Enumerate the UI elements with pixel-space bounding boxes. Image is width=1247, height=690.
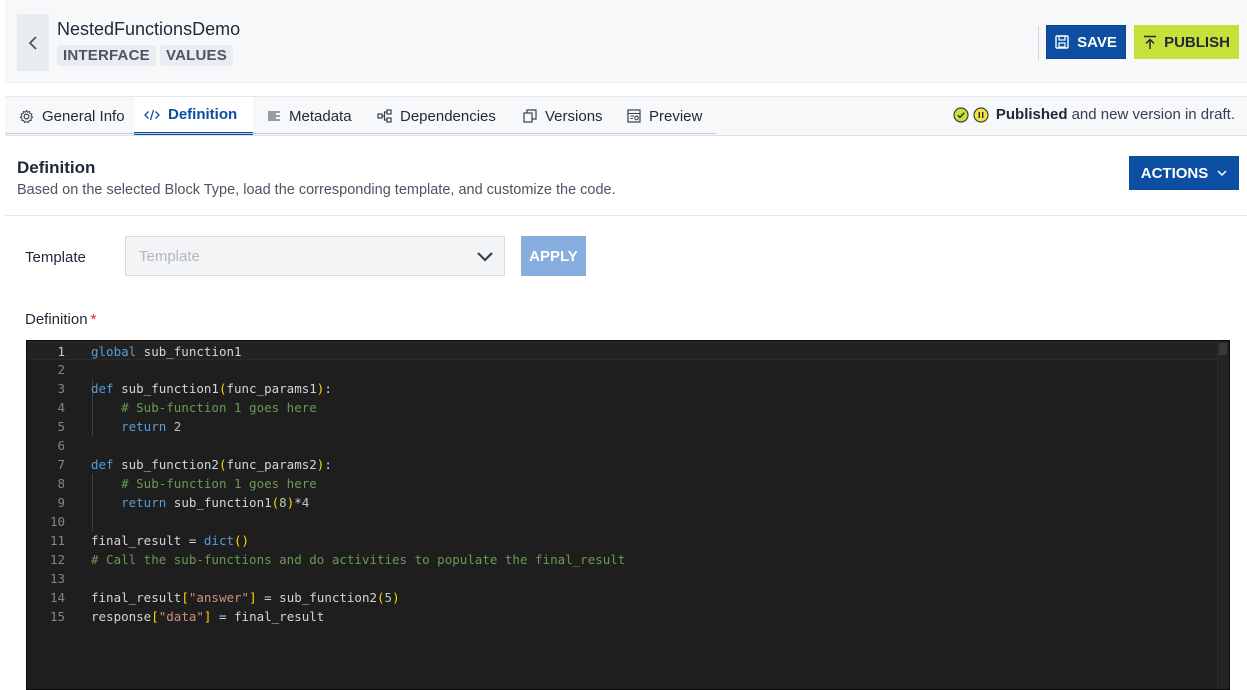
line-number: 11	[49, 533, 65, 548]
code-text: global sub_function1	[91, 344, 242, 359]
definition-label: Definition *	[25, 311, 96, 328]
save-icon	[1055, 35, 1069, 49]
code-line[interactable]: 5 return 2	[27, 417, 1217, 436]
actions-label: ACTIONS	[1140, 164, 1209, 182]
template-placeholder: Template	[139, 248, 200, 265]
line-number: 1	[57, 344, 65, 359]
publish-status: Published and new version in draft.	[953, 106, 1235, 123]
page-title: NestedFunctionsDemo	[57, 19, 241, 39]
section-divider	[5, 215, 1247, 216]
actions-button[interactable]: ACTIONS	[1129, 156, 1239, 190]
tab-label: Versions	[545, 107, 603, 125]
chevron-down-icon	[1217, 169, 1227, 176]
code-text: return sub_function1(8)*4	[121, 495, 310, 510]
code-line[interactable]: 4 # Sub-function 1 goes here	[27, 398, 1217, 417]
code-line[interactable]: 10	[27, 512, 1217, 531]
back-button[interactable]	[17, 14, 49, 71]
code-text: final_result["answer"] = sub_function2(5…	[91, 590, 400, 605]
code-line[interactable]: 8 # Sub-function 1 goes here	[27, 474, 1217, 493]
code-icon	[144, 109, 160, 120]
tab-general-info[interactable]: General Info	[9, 97, 135, 135]
line-number: 4	[57, 400, 65, 415]
line-number: 8	[57, 476, 65, 491]
code-line[interactable]: 1 global sub_function1	[27, 341, 1217, 360]
required-mark: *	[90, 311, 97, 328]
line-number: 10	[49, 514, 65, 529]
template-label: Template	[25, 249, 86, 266]
status-rest: and new version in draft.	[1071, 106, 1235, 123]
code-text: # Sub-function 1 goes here	[121, 476, 317, 491]
code-line[interactable]: 6	[27, 436, 1217, 455]
code-line[interactable]: 3 def sub_function1(func_params1):	[27, 379, 1217, 398]
code-line[interactable]: 11 final_result = dict()	[27, 531, 1217, 550]
template-select[interactable]: Template	[125, 236, 505, 276]
tab-underline	[5, 133, 716, 134]
code-text: final_result = dict()	[91, 533, 250, 548]
line-number: 5	[57, 419, 65, 434]
code-text: return 2	[121, 419, 182, 434]
publish-button[interactable]: PUBLISH	[1134, 25, 1239, 59]
line-number: 6	[57, 438, 65, 453]
line-number: 2	[57, 362, 65, 377]
publish-label: PUBLISH	[1164, 33, 1230, 51]
code-text: # Sub-function 1 goes here	[121, 400, 317, 415]
code-editor[interactable]: 1 global sub_function1 2 3 def sub_function1…	[26, 340, 1230, 690]
line-number: 7	[57, 457, 65, 472]
tab-label: Preview	[649, 107, 703, 125]
definition-label-text: Definition	[25, 311, 88, 328]
copy-icon	[523, 109, 537, 123]
chevron-down-icon	[477, 252, 493, 262]
code-text: response["data"] = final_result	[91, 609, 325, 624]
chevron-left-icon	[28, 35, 37, 50]
editor-scrollbar[interactable]	[1217, 341, 1229, 689]
tab-preview[interactable]: Preview	[617, 97, 712, 135]
code-line[interactable]: 15 response["data"] = final_result	[27, 607, 1217, 626]
page-header: NestedFunctionsDemo INTERFACE VALUES SAV…	[5, 0, 1247, 83]
code-text: def sub_function1(func_params1):	[91, 381, 332, 396]
tab-definition[interactable]: Definition	[134, 97, 253, 135]
line-number: 9	[57, 495, 65, 510]
line-number: 14	[49, 590, 65, 605]
save-button[interactable]: SAVE	[1046, 25, 1126, 59]
definition-section: Definition Based on the selected Block T…	[5, 144, 1247, 690]
tab-versions[interactable]: Versions	[513, 97, 613, 135]
preview-icon	[627, 109, 641, 123]
tab-label: General Info	[42, 107, 125, 125]
section-subtitle: Based on the selected Block Type, load t…	[17, 182, 616, 198]
apply-button[interactable]: APPLY	[521, 236, 586, 276]
tab-label: Metadata	[289, 107, 352, 125]
tab-label: Dependencies	[400, 107, 496, 125]
check-circle-icon	[953, 106, 969, 123]
tab-dependencies[interactable]: Dependencies	[367, 97, 506, 135]
tag-values: VALUES	[160, 45, 233, 66]
header-divider	[1038, 26, 1039, 60]
code-line[interactable]: 7 def sub_function2(func_params2):	[27, 455, 1217, 474]
tag-interface: INTERFACE	[57, 45, 156, 66]
line-number: 13	[49, 571, 65, 586]
upload-icon	[1144, 35, 1157, 49]
code-line[interactable]: 12 # Call the sub-functions and do activi…	[27, 550, 1217, 569]
gear-icon	[19, 108, 34, 123]
tab-label: Definition	[168, 106, 238, 123]
code-text: def sub_function2(func_params2):	[91, 457, 332, 472]
code-line[interactable]: 13	[27, 569, 1217, 588]
code-line[interactable]: 9 return sub_function1(8)*4	[27, 493, 1217, 512]
tree-icon	[377, 109, 392, 123]
code-line[interactable]: 14 final_result["answer"] = sub_function2…	[27, 588, 1217, 607]
save-label: SAVE	[1077, 33, 1117, 51]
status-published: Published	[995, 106, 1068, 123]
line-number: 15	[49, 609, 65, 624]
section-title: Definition	[17, 158, 96, 177]
tab-metadata[interactable]: Metadata	[257, 97, 362, 135]
list-icon	[268, 111, 280, 121]
scroll-thumb[interactable]	[1219, 343, 1227, 355]
code-line[interactable]: 2	[27, 360, 1217, 379]
line-number: 12	[49, 552, 65, 567]
tab-bar: General Info Definition Metadata Depende…	[5, 96, 1247, 136]
code-text: # Call the sub-functions and do activiti…	[91, 552, 626, 567]
line-number: 3	[57, 381, 65, 396]
pause-circle-icon	[973, 106, 989, 123]
